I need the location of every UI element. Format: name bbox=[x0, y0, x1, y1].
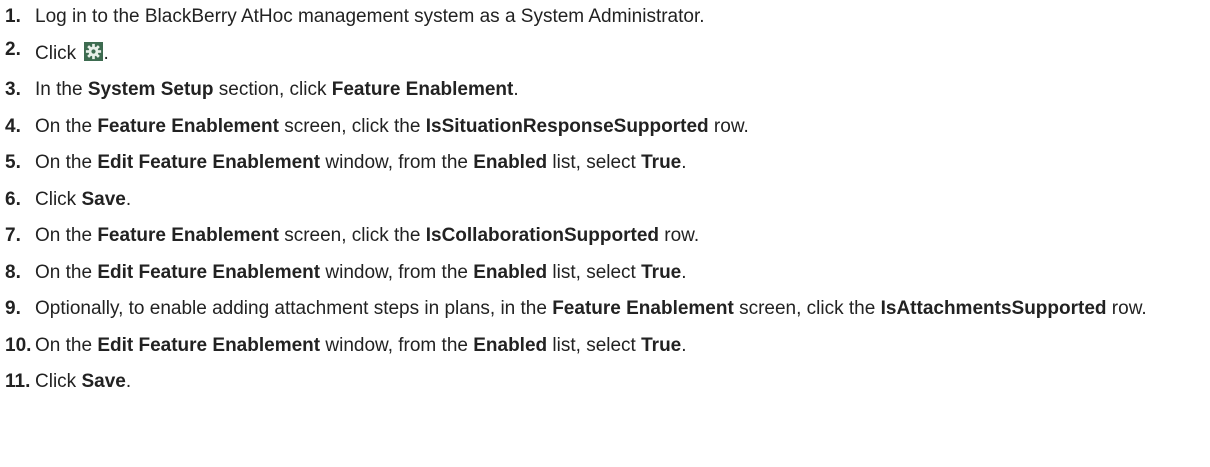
step-text-run: row. bbox=[1106, 298, 1147, 319]
step-item: 10. On the Edit Feature Enablement window… bbox=[5, 334, 1210, 358]
step-number: 1. bbox=[5, 6, 21, 27]
ui-term: Feature Enablement bbox=[97, 115, 279, 137]
step-text-run: window, from the bbox=[320, 152, 474, 173]
ui-term: Edit Feature Enablement bbox=[97, 334, 321, 356]
step-text: Log in to the BlackBerry AtHoc managemen… bbox=[35, 5, 1210, 29]
step-number: 7. bbox=[5, 225, 21, 246]
step-text-run: . bbox=[103, 42, 109, 64]
step-item: 7. On the Feature Enablement screen, clic… bbox=[5, 224, 1210, 248]
step-item: 2. Click . bbox=[5, 39, 1210, 66]
ui-term: Save bbox=[81, 371, 126, 392]
step-number: 9. bbox=[5, 298, 21, 319]
procedure-steps: 1. Log in to the BlackBerry AtHoc managem… bbox=[0, 0, 1210, 394]
step-text: Click Save. bbox=[35, 188, 1210, 212]
step-text-run: . bbox=[681, 152, 687, 173]
step-text-run: On the bbox=[35, 115, 98, 137]
ui-term: Feature Enablement bbox=[552, 298, 734, 319]
ui-term: IsCollaborationSupported bbox=[425, 225, 659, 246]
step-text: Click . bbox=[35, 41, 1210, 66]
gear-icon bbox=[84, 41, 104, 61]
step-text: On the Edit Feature Enablement window, f… bbox=[35, 261, 1210, 285]
step-text-run: screen, click the bbox=[278, 225, 426, 246]
step-item: 8. On the Edit Feature Enablement window,… bbox=[5, 261, 1210, 285]
ui-term: Enabled bbox=[473, 334, 548, 356]
step-number: 10. bbox=[5, 334, 32, 356]
step-item: 5. On the Edit Feature Enablement window,… bbox=[5, 151, 1210, 175]
step-item: 3. In the System Setup section, click Fea… bbox=[5, 78, 1210, 102]
ui-term: Edit Feature Enablement bbox=[97, 261, 321, 283]
ui-term: True bbox=[641, 261, 682, 283]
step-item: 6. Click Save. bbox=[5, 188, 1210, 212]
ui-term: System Setup bbox=[87, 79, 214, 100]
step-number: 5. bbox=[5, 152, 21, 173]
step-text-run: . bbox=[513, 79, 519, 100]
step-item: 1. Log in to the BlackBerry AtHoc managem… bbox=[5, 5, 1210, 29]
step-text-run: Click bbox=[35, 371, 82, 392]
step-text-run: list, select bbox=[547, 334, 642, 356]
step-text-run: On the bbox=[35, 334, 98, 356]
step-text-run: Click bbox=[35, 188, 82, 210]
step-text-run: On the bbox=[35, 225, 98, 246]
step-number: 6. bbox=[5, 188, 21, 210]
step-text: In the System Setup section, click Featu… bbox=[35, 78, 1210, 102]
step-number: 8. bbox=[5, 261, 21, 283]
step-text-run: Click bbox=[35, 42, 82, 64]
step-text-run: . bbox=[681, 261, 687, 283]
step-text-run: . bbox=[125, 371, 132, 392]
step-text: On the Feature Enablement screen, click … bbox=[35, 115, 1210, 139]
ui-term: True bbox=[641, 334, 682, 356]
step-item: 4. On the Feature Enablement screen, clic… bbox=[5, 115, 1210, 139]
step-text: On the Edit Feature Enablement window, f… bbox=[35, 151, 1210, 175]
step-text-run: window, from the bbox=[320, 261, 474, 283]
ui-term: IsSituationResponseSupported bbox=[425, 115, 709, 137]
ui-term: IsAttachmentsSupported bbox=[880, 298, 1107, 319]
step-number: 4. bbox=[5, 115, 21, 137]
step-item: 11. Click Save. bbox=[5, 370, 1210, 394]
step-text-run: On the bbox=[35, 152, 98, 173]
step-text-run: Optionally, to enable adding attachment … bbox=[35, 298, 553, 319]
step-text-run: list, select bbox=[547, 152, 642, 173]
step-text-run: . bbox=[681, 334, 687, 356]
step-text-run: screen, click the bbox=[733, 298, 881, 319]
step-text-run: Log in to the BlackBerry AtHoc managemen… bbox=[35, 6, 705, 27]
step-text-run: . bbox=[125, 188, 132, 210]
step-text-run: In the bbox=[35, 79, 88, 100]
ui-term: Enabled bbox=[473, 152, 548, 173]
step-number: 3. bbox=[5, 79, 21, 100]
step-number: 2. bbox=[5, 38, 21, 60]
step-number: 11. bbox=[5, 371, 31, 392]
ui-term: Feature Enablement bbox=[97, 225, 279, 246]
step-text-run: list, select bbox=[547, 261, 642, 283]
step-text: On the Edit Feature Enablement window, f… bbox=[35, 334, 1210, 358]
step-text-run: screen, click the bbox=[278, 115, 426, 137]
ui-term: Save bbox=[81, 188, 126, 210]
step-text-run: row. bbox=[659, 225, 700, 246]
step-item: 9. Optionally, to enable adding attachmen… bbox=[5, 297, 1210, 321]
step-text-run: On the bbox=[35, 261, 98, 283]
ui-term: Enabled bbox=[473, 261, 548, 283]
ui-term: True bbox=[641, 152, 682, 173]
step-text: Click Save. bbox=[35, 370, 1210, 394]
step-text-run: window, from the bbox=[320, 334, 474, 356]
step-text-run: section, click bbox=[213, 79, 332, 100]
ui-term: Edit Feature Enablement bbox=[97, 152, 321, 173]
step-text: On the Feature Enablement screen, click … bbox=[35, 224, 1210, 248]
step-text-run: row. bbox=[708, 115, 749, 137]
step-text: Optionally, to enable adding attachment … bbox=[35, 297, 1210, 321]
ui-term: Feature Enablement bbox=[331, 79, 514, 100]
